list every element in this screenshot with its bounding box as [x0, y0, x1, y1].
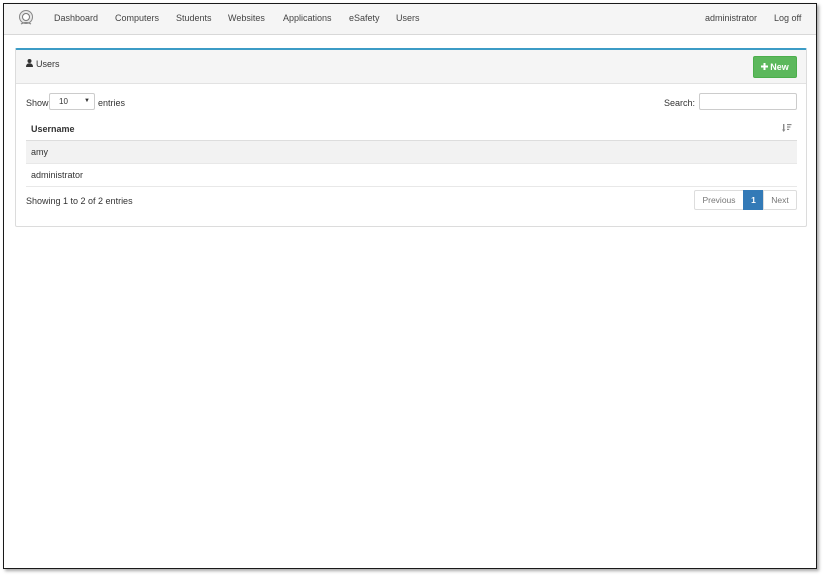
nav-users[interactable]: Users	[396, 13, 420, 23]
page-size-value: 10	[59, 97, 68, 106]
app-window: Dashboard Computers Students Websites Ap…	[3, 3, 817, 569]
panel-heading: Users New	[16, 50, 806, 84]
caret-down-icon: ▼	[84, 98, 90, 104]
new-button-label: New	[770, 62, 789, 72]
column-header-label: Username	[31, 124, 75, 134]
show-label: Show	[26, 98, 49, 108]
search-input[interactable]	[699, 93, 797, 110]
entries-label: entries	[98, 98, 126, 108]
username-cell: administrator	[31, 170, 84, 180]
username-cell: amy	[31, 147, 49, 157]
nav-applications[interactable]: Applications	[283, 13, 332, 23]
logo-icon[interactable]	[17, 9, 35, 27]
page-1-button[interactable]: 1	[743, 190, 764, 210]
nav-students[interactable]: Students	[176, 13, 212, 23]
top-navbar: Dashboard Computers Students Websites Ap…	[4, 4, 816, 35]
nav-user-account[interactable]: administrator	[705, 13, 757, 23]
nav-dashboard[interactable]: Dashboard	[54, 13, 98, 23]
search-label: Search:	[663, 98, 695, 108]
pagination: Previous 1 Next	[694, 190, 797, 210]
sort-icon[interactable]	[782, 123, 792, 135]
previous-page-button[interactable]: Previous	[694, 190, 744, 210]
table-row[interactable]: amy	[26, 141, 797, 164]
page-size-select[interactable]: 10 ▼	[49, 93, 95, 110]
logoff-link[interactable]: Log off	[774, 13, 801, 23]
nav-websites[interactable]: Websites	[228, 13, 265, 23]
table-info: Showing 1 to 2 of 2 entries	[26, 196, 133, 206]
panel-title-label: Users	[36, 59, 60, 69]
new-user-button[interactable]: New	[753, 56, 797, 78]
plus-icon	[761, 62, 769, 72]
table-row[interactable]: administrator	[26, 164, 797, 187]
next-page-button[interactable]: Next	[763, 190, 797, 210]
user-icon	[26, 59, 33, 69]
panel-title: Users	[26, 59, 60, 69]
nav-computers[interactable]: Computers	[115, 13, 159, 23]
column-header-username[interactable]: Username	[26, 118, 797, 142]
users-panel: Users New Show 10 ▼ entries Search: User…	[15, 48, 807, 227]
nav-esafety[interactable]: eSafety	[349, 13, 380, 23]
